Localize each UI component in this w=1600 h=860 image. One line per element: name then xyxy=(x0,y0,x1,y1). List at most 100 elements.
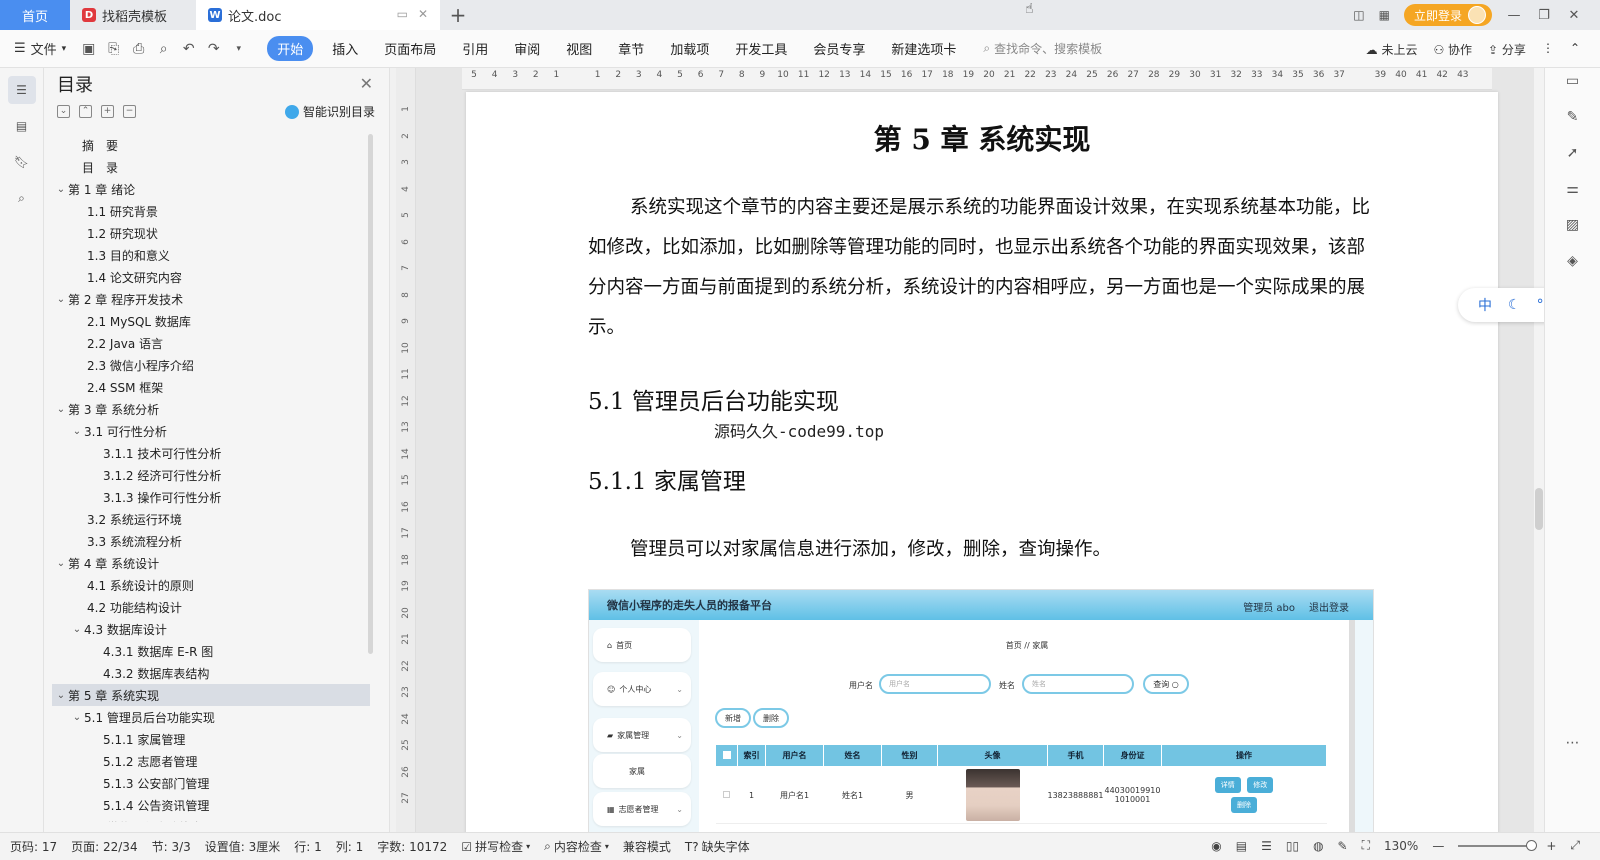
embedded-screenshot[interactable]: 微信小程序的走失人员的报备平台 管理员 abo 退出登录 ⌂ 首页 ☺ 个人中心 ⌄ … xyxy=(588,589,1374,832)
command-search[interactable]: ⌕ 查找命令、搜索模板 xyxy=(983,40,1102,57)
new-tab-button[interactable]: + xyxy=(440,0,476,30)
toc-item[interactable]: ⌄5.2 微信小程序功能实现 xyxy=(52,816,370,823)
pen-icon[interactable]: ✎ xyxy=(1562,106,1584,128)
tab-insert[interactable]: 插入 xyxy=(332,39,358,58)
toc-item[interactable]: ⌄ 5.1 管理员后台功能实现 xyxy=(52,706,370,728)
tab-document[interactable]: W 论文.doc ▭ ✕ xyxy=(196,0,440,30)
chevron-down-icon[interactable]: ⌄ xyxy=(70,822,84,823)
toc-item[interactable]: 目 录 xyxy=(52,156,370,178)
tab-review[interactable]: 审阅 xyxy=(514,39,540,58)
smart-toc-button[interactable]: 智能识别目录 xyxy=(284,103,375,120)
zoom-in-icon[interactable]: + xyxy=(1546,839,1556,853)
print-preview-icon[interactable]: ⌕ xyxy=(155,40,172,57)
tab-home[interactable]: 首页 xyxy=(0,0,70,30)
toc-item[interactable]: 1.1 研究背景 xyxy=(52,200,370,222)
toc-panel-icon[interactable]: ☰ xyxy=(7,76,36,104)
chevron-down-icon[interactable]: ⌄ xyxy=(54,558,68,569)
more-icon[interactable]: ⋮ xyxy=(1542,41,1554,58)
toc-item[interactable]: 2.4 SSM 框架 xyxy=(52,376,370,398)
missing-font-button[interactable]: T? 缺失字体 xyxy=(685,838,750,855)
redo-icon[interactable]: ↷ xyxy=(205,40,222,57)
toc-item[interactable]: 5.1.4 公告资讯管理 xyxy=(52,794,370,816)
print-icon[interactable]: ⎙ xyxy=(130,40,147,57)
tab-member[interactable]: 会员专享 xyxy=(813,39,865,58)
file-menu[interactable]: ☰ 文件 ▾ xyxy=(14,39,66,58)
spell-check-button[interactable]: ☑ 拼写检查 ▾ xyxy=(461,838,530,855)
document-page[interactable]: 第 5 章 系统实现 系统实现这个章节的内容主要还是展示系统的功能界面设计效果，… xyxy=(466,92,1498,832)
close-icon[interactable]: ✕ xyxy=(360,74,373,93)
tab-chapter[interactable]: 章节 xyxy=(618,39,644,58)
remove-item-icon[interactable]: − xyxy=(123,104,136,118)
collapse-ribbon-icon[interactable]: ⌃ xyxy=(1570,41,1580,58)
search-icon[interactable]: ⌕ xyxy=(8,184,36,212)
zoom-slider[interactable] xyxy=(1458,839,1538,851)
tab-new[interactable]: 新建选项卡 xyxy=(891,39,956,58)
apps-grid-icon[interactable]: ▦ xyxy=(1379,8,1390,22)
eye-protect-icon[interactable]: ◉ xyxy=(1211,839,1221,853)
toc-item[interactable]: 4.1 系统设计的原则 xyxy=(52,574,370,596)
toc-item[interactable]: 5.1.3 公安部门管理 xyxy=(52,772,370,794)
export-icon[interactable]: ⎘ xyxy=(105,40,122,57)
tab-start[interactable]: 开始 xyxy=(267,36,314,61)
toc-item[interactable]: 5.1.2 志愿者管理 xyxy=(52,750,370,772)
tab-float-icon[interactable]: ▭ xyxy=(397,7,408,21)
chevron-down-icon[interactable]: ⌄ xyxy=(54,294,68,305)
image-tool-icon[interactable]: ▨ xyxy=(1562,214,1584,236)
chevron-down-icon[interactable]: ⌄ xyxy=(54,184,68,195)
toc-item[interactable]: 1.3 目的和意义 xyxy=(52,244,370,266)
toc-item[interactable]: 3.1.3 操作可行性分析 xyxy=(52,486,370,508)
fullscreen-icon[interactable]: ⤢ xyxy=(1570,838,1580,853)
toc-item[interactable]: 1.2 研究现状 xyxy=(52,222,370,244)
toc-item[interactable]: 5.1.1 家属管理 xyxy=(52,728,370,750)
toc-item[interactable]: 4.2 功能结构设计 xyxy=(52,596,370,618)
toc-item[interactable]: ⌄ 4.3 数据库设计 xyxy=(52,618,370,640)
more-chevron-icon[interactable]: ▾ xyxy=(230,40,247,57)
tab-addins[interactable]: 加载项 xyxy=(670,39,709,58)
document-scrollbar[interactable] xyxy=(1534,68,1544,832)
toc-item[interactable]: 2.3 微信小程序介绍 xyxy=(52,354,370,376)
toc-item[interactable]: ⌄ 第 1 章 绪论 xyxy=(52,178,370,200)
toc-item[interactable]: ⌄ 第 3 章 系统分析 xyxy=(52,398,370,420)
toc-item[interactable]: 3.1.1 技术可行性分析 xyxy=(52,442,370,464)
moon-icon[interactable]: ☾ xyxy=(1508,297,1521,313)
toc-item[interactable]: 3.3 系统流程分析 xyxy=(52,530,370,552)
zoom-out-icon[interactable]: — xyxy=(1432,839,1444,853)
save-icon[interactable]: ▣ xyxy=(80,40,97,57)
layout-icon[interactable]: ◫ xyxy=(1353,8,1364,22)
restore-icon[interactable]: ❐ xyxy=(1536,8,1552,23)
undo-icon[interactable]: ↶ xyxy=(180,40,197,57)
more-dots-icon[interactable]: ⋯ xyxy=(1562,732,1584,754)
toc-scrollbar[interactable] xyxy=(368,134,373,654)
tab-view[interactable]: 视图 xyxy=(566,39,592,58)
reading-view-icon[interactable]: ▯▯ xyxy=(1286,839,1299,853)
chevron-down-icon[interactable]: ⌄ xyxy=(70,624,84,635)
bookmark-icon[interactable]: 🔖︎ xyxy=(8,148,36,176)
outline-view-icon[interactable]: ☰ xyxy=(1261,839,1272,853)
toc-item[interactable]: ⌄ 第 5 章 系统实现 xyxy=(52,684,370,706)
tab-page-layout[interactable]: 页面布局 xyxy=(384,39,436,58)
chevron-down-icon[interactable]: ⌄ xyxy=(70,712,84,723)
web-view-icon[interactable]: ◍ xyxy=(1313,839,1323,853)
collab-button[interactable]: ⚇ 协作 xyxy=(1433,41,1472,58)
toc-item[interactable]: ⌄ 第 4 章 系统设计 xyxy=(52,552,370,574)
toc-item[interactable]: ⌄ 第 2 章 程序开发技术 xyxy=(52,288,370,310)
status-pages[interactable]: 页面: 22/34 xyxy=(71,838,137,855)
collapse-icon[interactable]: ▭ xyxy=(1562,70,1584,92)
zoom-level[interactable]: 130% xyxy=(1384,839,1418,853)
share-button[interactable]: ⇪ 分享 xyxy=(1488,41,1526,58)
fit-page-icon[interactable]: ⛶ xyxy=(1362,838,1370,853)
pen-view-icon[interactable]: ✎ xyxy=(1338,839,1348,853)
content-check-button[interactable]: ⌕ 内容检查 ▾ xyxy=(544,838,609,855)
expand-all-icon[interactable]: ⌄ xyxy=(57,104,70,118)
cloud-button[interactable]: ☁ 未上云 xyxy=(1366,41,1418,58)
horizontal-ruler[interactable]: 5 4 3 2 1 1 2 3 4 5 6 7 8 9 10 11 12 13 14 15 16 17 18 19 20 21 22… xyxy=(462,68,1492,90)
scrollbar-thumb[interactable] xyxy=(1535,488,1543,530)
location-icon[interactable]: ◈ xyxy=(1562,250,1584,272)
zoom-slider-knob[interactable] xyxy=(1526,839,1538,851)
toc-item[interactable]: 1.4 论文研究内容 xyxy=(52,266,370,288)
toc-item[interactable]: 摘 要 xyxy=(52,134,370,156)
status-word-count[interactable]: 字数: 10172 xyxy=(377,838,447,855)
page-view-icon[interactable]: ▤ xyxy=(1236,839,1247,853)
login-button[interactable]: 立即登录 xyxy=(1403,4,1492,26)
toc-item[interactable]: 2.1 MySQL 数据库 xyxy=(52,310,370,332)
